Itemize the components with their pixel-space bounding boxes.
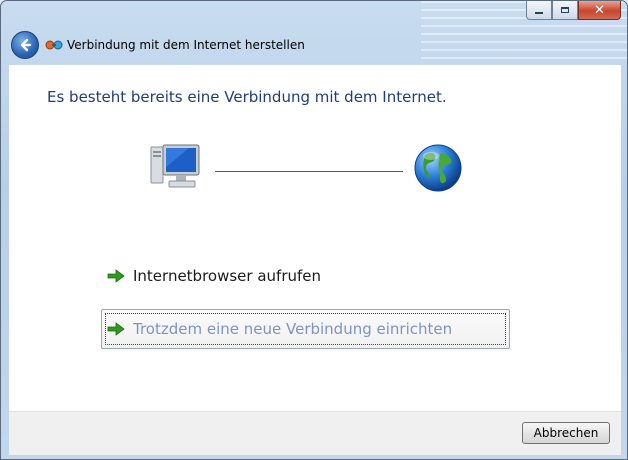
window-title: Verbindung mit dem Internet herstellen xyxy=(67,38,305,52)
back-button[interactable] xyxy=(11,31,39,59)
globe-icon xyxy=(414,144,462,192)
dialog-footer: Abbrechen xyxy=(9,411,621,455)
maximize-icon xyxy=(561,7,569,13)
minimize-icon xyxy=(535,12,543,14)
dialog-window: ✕ Verbindung mit dem Internet herstellen… xyxy=(0,0,628,460)
content-area: Es besteht bereits eine Verbindung mit d… xyxy=(9,65,621,411)
green-arrow-icon xyxy=(107,322,125,336)
open-browser-link[interactable]: Internetbrowser aufrufen xyxy=(107,267,321,285)
network-connection-icon xyxy=(45,40,63,50)
new-connection-link[interactable]: Trotzdem eine neue Verbindung einrichten xyxy=(107,320,452,338)
back-arrow-icon xyxy=(20,38,32,52)
open-browser-label: Internetbrowser aufrufen xyxy=(133,267,322,285)
close-icon: ✕ xyxy=(594,2,605,18)
cancel-button[interactable]: Abbrechen xyxy=(522,422,610,444)
page-heading: Es besteht bereits eine Verbindung mit d… xyxy=(47,88,447,106)
computer-icon xyxy=(150,144,200,188)
connection-line xyxy=(215,171,403,172)
minimize-button[interactable] xyxy=(526,1,552,20)
maximize-button[interactable] xyxy=(552,1,578,20)
new-connection-label: Trotzdem eine neue Verbindung einrichten xyxy=(133,320,453,338)
caption-buttons: ✕ xyxy=(526,1,621,21)
navigation-bar: Verbindung mit dem Internet herstellen xyxy=(1,27,627,65)
green-arrow-icon xyxy=(107,269,125,283)
close-button[interactable]: ✕ xyxy=(578,1,621,20)
